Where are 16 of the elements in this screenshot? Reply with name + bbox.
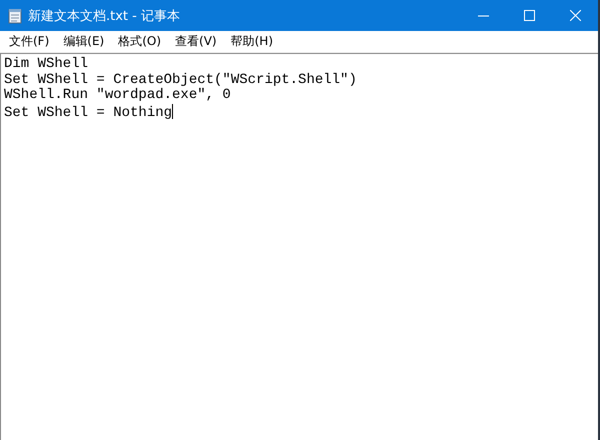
menu-item[interactable]: 格式(O) <box>111 33 168 50</box>
window-title: 新建文本文档.txt - 记事本 <box>28 8 180 24</box>
minimize-icon <box>478 14 488 16</box>
menu-item[interactable]: 帮助(H) <box>224 33 280 50</box>
code-line: Set WShell = CreateObject("WScript.Shell") <box>4 72 357 88</box>
close-icon <box>570 10 580 21</box>
menu-item[interactable]: 查看(V) <box>168 33 224 50</box>
code-line: Dim WShell <box>4 57 88 72</box>
menu-item[interactable]: 文件(F) <box>2 33 56 50</box>
text-editor[interactable]: Dim WShell Set WShell = CreateObject("WScript.Shell") WShell.Run "wordpad.exe", 0 Set WShell = Nothing <box>0 53 598 440</box>
maximize-icon <box>524 10 534 21</box>
text-cursor <box>172 104 174 118</box>
notepad-icon <box>8 8 22 24</box>
code-line: Set WShell = Nothing <box>4 104 174 121</box>
code-line: WShell.Run "wordpad.exe", 0 <box>4 88 231 104</box>
menu-item[interactable]: 编辑(E) <box>56 33 112 50</box>
